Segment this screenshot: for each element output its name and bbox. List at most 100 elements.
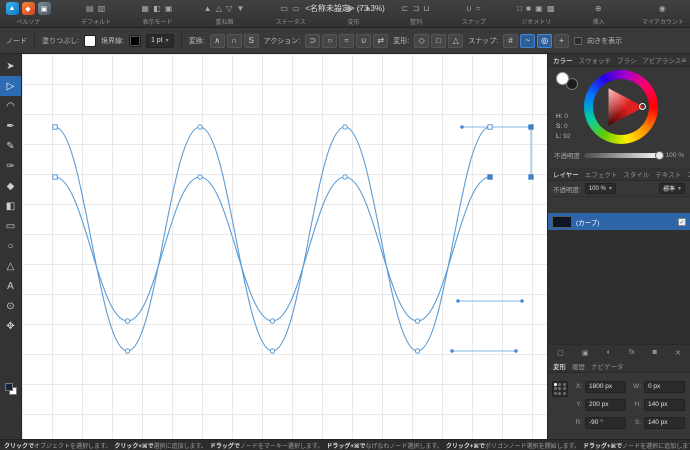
curve-node[interactable] <box>197 174 203 180</box>
pen-tool[interactable]: ✒ <box>0 116 21 136</box>
fill-swatch-small[interactable] <box>5 383 13 391</box>
handle-control-point[interactable] <box>460 125 464 129</box>
curve-endpoint-node[interactable] <box>487 124 493 130</box>
curve-node[interactable] <box>414 318 421 324</box>
show-orientation-checkbox[interactable] <box>574 36 583 45</box>
toolbar-group-icons[interactable]: ▤ ▥ <box>86 2 106 15</box>
curve-node[interactable] <box>269 348 276 354</box>
studio-tab[interactable]: ブラシ <box>617 55 636 65</box>
group-layers-icon[interactable]: ▣ <box>582 349 589 357</box>
transparency-tool[interactable]: ◧ <box>0 196 21 216</box>
blend-mode-dropdown[interactable]: 標準 ▾ <box>658 183 685 194</box>
toolbar-group[interactable]: ⊏ ⊐ ⊔ 整列 <box>402 2 431 26</box>
toolbar-group[interactable]: ∪ ≈ スナップ <box>461 2 487 26</box>
curve-node[interactable] <box>124 348 131 354</box>
node-tool[interactable]: ▷ <box>0 76 21 96</box>
pixel-persona-icon[interactable]: ◆ <box>22 2 35 15</box>
reverse-curves-button[interactable]: ⇄ <box>373 33 389 48</box>
rectangle-tool[interactable]: ▭ <box>0 216 21 236</box>
stroke-width-field[interactable]: 1 pt ▾ <box>145 33 174 48</box>
studio-tab[interactable]: ナビゲータ <box>591 361 624 371</box>
fill-color-circle[interactable] <box>556 72 569 85</box>
curve-node[interactable] <box>197 124 203 130</box>
panel-menu-icon[interactable]: ≡ <box>681 56 686 65</box>
studio-tab[interactable]: カラー <box>553 55 573 65</box>
transform-field-input[interactable]: 200 px <box>585 398 626 411</box>
convert-sharp-node-button[interactable]: ∧ <box>209 33 225 48</box>
adjustment-icon[interactable]: ◐ <box>607 349 611 356</box>
document-canvas[interactable] <box>22 54 547 439</box>
layers-opacity-dropdown[interactable]: 100 % ▾ <box>584 183 616 194</box>
studio-tab[interactable]: レイヤー <box>553 169 579 179</box>
curve-endpoint-node[interactable] <box>52 174 58 180</box>
toolbar-group-icons[interactable]: ▦ ◧ ▣ <box>141 2 173 15</box>
break-curve-button[interactable]: ⊃ <box>305 33 321 48</box>
add-layer-icon[interactable]: ▢ <box>557 349 564 357</box>
smooth-curve-button[interactable]: ≈ <box>339 33 355 48</box>
transform-field-input[interactable]: 1800 px <box>585 380 626 393</box>
corner-tool[interactable]: ◠ <box>0 96 21 116</box>
shape-tool[interactable]: △ <box>0 256 21 276</box>
convert-smart-node-button[interactable]: S <box>243 33 259 48</box>
zoom-tool[interactable]: ⊙ <box>0 296 21 316</box>
vector-brush-tool[interactable]: ✑ <box>0 156 21 176</box>
text-tool[interactable]: A <box>0 276 21 296</box>
close-curve-button[interactable]: ○ <box>322 33 338 48</box>
studio-tab[interactable]: スタイル <box>623 169 649 179</box>
toolbar-group-icons[interactable]: ⊏ ⊐ ⊔ <box>402 2 431 15</box>
toolbar-group[interactable]: ▲ △ ▽ ▼ 重ね順 <box>204 2 246 26</box>
toolbar-group[interactable]: ⊕ 挿入 <box>586 2 612 26</box>
studio-tab[interactable]: スウォッチ <box>579 55 612 65</box>
studio-tab[interactable]: 変形 <box>553 361 566 371</box>
snap-node-button[interactable]: ◎ <box>537 33 553 48</box>
toolbar-group[interactable]: □ ■ ▣ ▩ ジオメトリ <box>517 2 555 26</box>
color-selector-ring[interactable] <box>639 103 646 110</box>
view-tool[interactable]: ✥ <box>0 316 21 336</box>
fill-tool[interactable]: ◆ <box>0 176 21 196</box>
export-persona-icon[interactable]: ▣ <box>38 2 51 15</box>
tool-color-swatches[interactable] <box>5 383 17 395</box>
toolbar-group[interactable]: ◉ マイアカウント <box>642 2 684 26</box>
opacity-slider-knob[interactable] <box>654 150 664 160</box>
sine-curve-inner[interactable] <box>54 176 491 322</box>
anchor-point-selector[interactable] <box>552 381 568 397</box>
snap-align-button[interactable]: + <box>554 33 570 48</box>
shear-mode-button[interactable]: △ <box>448 33 464 48</box>
layer-thumbnail[interactable] <box>552 215 572 228</box>
join-curves-button[interactable]: ∪ <box>356 33 372 48</box>
toolbar-group-icons[interactable]: ◉ <box>659 2 667 15</box>
layers-list[interactable]: (カーブ) ✓ <box>548 213 690 344</box>
curve-node[interactable] <box>269 318 276 324</box>
transform-mode-button[interactable]: ◇ <box>414 33 430 48</box>
designer-persona-icon[interactable]: ▲ <box>6 2 19 15</box>
layer-name[interactable]: (カーブ) <box>576 217 674 227</box>
box-mode-button[interactable]: □ <box>431 33 447 48</box>
delete-layer-icon[interactable]: ✕ <box>675 349 681 357</box>
toolbar-group[interactable]: ▤ ▥ デフォルト <box>81 2 111 26</box>
toolbar-group-icons[interactable]: □ ■ ▣ ▩ <box>517 2 555 15</box>
curve-node[interactable] <box>414 348 421 354</box>
toolbar-group[interactable]: ▭ ▭ ステータス <box>276 2 306 26</box>
curve-node[interactable] <box>124 318 131 324</box>
transform-field-input[interactable]: -90 ° <box>585 416 626 429</box>
studio-tab[interactable]: エフェクト <box>585 169 618 179</box>
ellipse-tool[interactable]: ○ <box>0 236 21 256</box>
color-wheel[interactable] <box>584 70 658 144</box>
toolbar-group-icons[interactable]: ▲ △ ▽ ▼ <box>204 2 246 15</box>
toolbar-group-icons[interactable]: ⊕ <box>595 2 603 15</box>
layer-row[interactable]: (カーブ) ✓ <box>548 213 690 230</box>
toolbar-group-icons[interactable]: ▭ ▭ <box>280 2 300 15</box>
curve-node[interactable] <box>342 174 348 180</box>
studio-tab[interactable]: 履歴 <box>572 361 585 371</box>
curve-node[interactable] <box>342 124 348 130</box>
handle-control-point[interactable] <box>456 299 460 303</box>
curve-endpoint-node[interactable] <box>52 124 58 130</box>
handle-control-point[interactable] <box>520 299 524 303</box>
toolbar-group-icons[interactable]: ∪ ≈ <box>466 2 481 15</box>
layer-visibility-checkbox[interactable]: ✓ <box>678 217 686 226</box>
selected-node[interactable] <box>487 174 493 180</box>
selected-node[interactable] <box>528 174 534 180</box>
handle-control-point[interactable] <box>450 349 454 353</box>
stroke-swatch[interactable] <box>128 34 141 47</box>
fill-swatch[interactable] <box>84 34 97 47</box>
